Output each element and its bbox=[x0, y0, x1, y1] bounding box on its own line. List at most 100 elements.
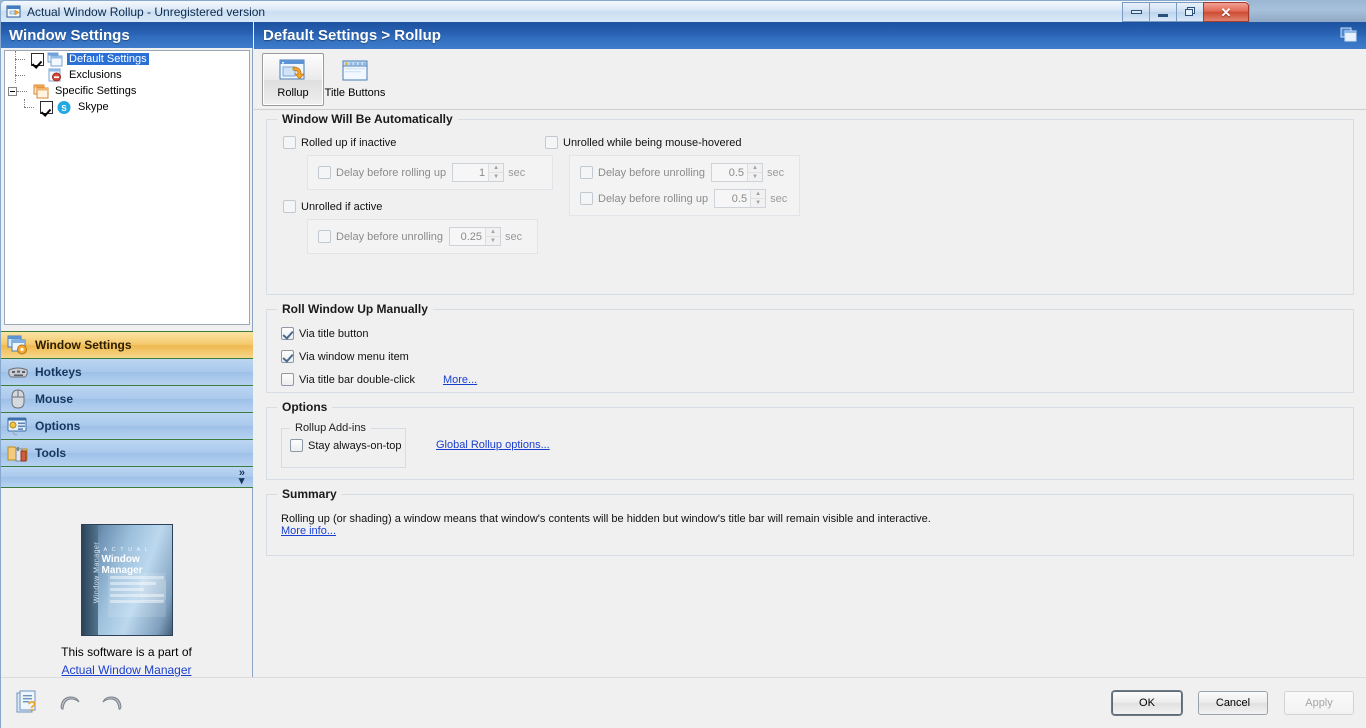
groupbox-manual-rollup: Roll Window Up Manually Via title button… bbox=[266, 309, 1354, 393]
redo-icon[interactable] bbox=[99, 690, 125, 716]
spinner-arrows[interactable]: ▲▼ bbox=[750, 190, 765, 207]
global-rollup-options-link[interactable]: Global Rollup options... bbox=[436, 439, 550, 451]
tree-item-skype[interactable]: S Skype bbox=[5, 99, 249, 115]
nav-expand-button[interactable]: »▾ bbox=[1, 466, 253, 488]
checkbox[interactable] bbox=[290, 439, 303, 452]
settings-tree[interactable]: Default Settings Exclusions bbox=[4, 50, 250, 325]
product-boxshot-image: Window Manager A C T U A L Window Manage… bbox=[81, 524, 173, 636]
checkbox[interactable] bbox=[580, 166, 593, 179]
option-via-title-bar-double-click[interactable]: Via title bar double-click More... bbox=[281, 373, 1343, 386]
groupbox-window-auto: Window Will Be Automatically Rolled up i… bbox=[266, 119, 1354, 295]
option-stay-always-on-top[interactable]: Stay always-on-top bbox=[290, 439, 397, 452]
title-buttons-icon bbox=[340, 57, 370, 85]
option-via-title-button[interactable]: Via title button bbox=[281, 327, 1343, 340]
spinner-up-icon[interactable]: ▲ bbox=[489, 164, 503, 173]
spinner-value: 0.5 bbox=[715, 190, 750, 207]
option-label: Via title button bbox=[299, 328, 369, 340]
undo-icon[interactable] bbox=[57, 690, 83, 716]
right-panel: Default Settings > Rollup bbox=[254, 22, 1366, 677]
option-label: Delay before rolling up bbox=[598, 193, 708, 205]
spinner-delay-unrolling[interactable]: 0.25 ▲▼ bbox=[449, 227, 501, 246]
tree-line bbox=[15, 51, 31, 67]
option-label: Delay before unrolling bbox=[336, 231, 443, 243]
groupbox-rollup-addins: Rollup Add-ins Stay always-on-top bbox=[281, 428, 406, 468]
spinner-value: 0.25 bbox=[450, 228, 485, 245]
spinner-arrows[interactable]: ▲▼ bbox=[488, 164, 503, 181]
tree-checkbox[interactable] bbox=[31, 53, 44, 66]
checkbox[interactable] bbox=[283, 200, 296, 213]
svg-text:?: ? bbox=[27, 698, 36, 715]
spinner-arrows[interactable]: ▲▼ bbox=[485, 228, 500, 245]
more-link[interactable]: More... bbox=[443, 374, 477, 386]
app-icon bbox=[6, 4, 22, 20]
tree-item-specific-settings[interactable]: Specific Settings bbox=[5, 83, 249, 99]
spinner-arrows[interactable]: ▲▼ bbox=[747, 164, 762, 181]
spinner-up-icon[interactable]: ▲ bbox=[486, 228, 500, 237]
nav-item-window-settings[interactable]: Window Settings bbox=[1, 331, 253, 359]
option-hover-delay-before-rolling-up[interactable]: Delay before rolling up 0.5 ▲▼ sec bbox=[580, 189, 789, 208]
spinner-down-icon[interactable]: ▼ bbox=[748, 173, 762, 181]
window-controls: ✕ bbox=[1122, 1, 1249, 23]
title-bar[interactable]: Actual Window Rollup - Unregistered vers… bbox=[0, 0, 1250, 22]
nav-item-hotkeys[interactable]: Hotkeys bbox=[1, 358, 253, 386]
boxshot-spine-text: Window Manager bbox=[93, 528, 100, 618]
checkbox[interactable] bbox=[318, 166, 331, 179]
groupbox-title: Roll Window Up Manually bbox=[277, 302, 433, 316]
checkbox[interactable] bbox=[281, 327, 294, 340]
nav-item-label: Tools bbox=[35, 446, 66, 460]
tree-item-label: Default Settings bbox=[67, 53, 149, 65]
spinner-hover-delay-rolling-up[interactable]: 0.5 ▲▼ bbox=[714, 189, 766, 208]
rollup-icon bbox=[278, 57, 308, 85]
options-row: Rollup Add-ins Stay always-on-top Global… bbox=[277, 428, 1343, 468]
minimize-icon bbox=[1158, 14, 1168, 17]
rollup-button[interactable] bbox=[1122, 2, 1150, 22]
minimize-button[interactable] bbox=[1149, 2, 1177, 22]
tree-item-exclusions[interactable]: Exclusions bbox=[5, 67, 249, 83]
option-via-window-menu-item[interactable]: Via window menu item bbox=[281, 350, 1343, 363]
restore-button[interactable] bbox=[1176, 2, 1204, 22]
checkbox[interactable] bbox=[545, 136, 558, 149]
option-unrolled-while-hovered[interactable]: Unrolled while being mouse-hovered bbox=[545, 136, 1065, 149]
cancel-button[interactable]: Cancel bbox=[1198, 691, 1268, 715]
option-hover-delay-before-unrolling[interactable]: Delay before unrolling 0.5 ▲▼ sec bbox=[580, 163, 789, 182]
tree-checkbox[interactable] bbox=[40, 101, 53, 114]
nav-item-options[interactable]: Options bbox=[1, 412, 253, 440]
tree-item-label: Specific Settings bbox=[53, 85, 138, 97]
tree-item-default-settings[interactable]: Default Settings bbox=[5, 51, 249, 67]
toolbar-tab-rollup[interactable]: Rollup bbox=[262, 53, 324, 106]
nav-item-mouse[interactable]: Mouse bbox=[1, 385, 253, 413]
spinner-up-icon[interactable]: ▲ bbox=[751, 190, 765, 199]
spinner-down-icon[interactable]: ▼ bbox=[486, 237, 500, 245]
checkbox[interactable] bbox=[281, 373, 294, 386]
tree-item-label: Skype bbox=[76, 101, 111, 113]
spinner-hover-delay-unrolling[interactable]: 0.5 ▲▼ bbox=[711, 163, 763, 182]
windows-cascade-icon[interactable] bbox=[1340, 27, 1358, 43]
spinner-down-icon[interactable]: ▼ bbox=[751, 199, 765, 207]
spinner-down-icon[interactable]: ▼ bbox=[489, 173, 503, 181]
nav-item-tools[interactable]: Tools bbox=[1, 439, 253, 467]
checkbox[interactable] bbox=[580, 192, 593, 205]
checkbox[interactable] bbox=[281, 350, 294, 363]
checkbox[interactable] bbox=[318, 230, 331, 243]
subpanel-delay-unrolling-active: Delay before unrolling 0.25 ▲▼ sec bbox=[307, 219, 538, 254]
bottom-toolbar: ? bbox=[1, 690, 125, 716]
keyboard-icon bbox=[7, 362, 29, 382]
spinner-value: 0.5 bbox=[712, 164, 747, 181]
option-delay-before-unrolling[interactable]: Delay before unrolling 0.25 ▲▼ sec bbox=[318, 227, 527, 246]
nav-item-label: Mouse bbox=[35, 392, 73, 406]
unit-label: sec bbox=[770, 193, 787, 205]
tree-expander-icon[interactable] bbox=[8, 87, 17, 96]
option-label: Delay before rolling up bbox=[336, 167, 446, 179]
spinner-delay-rolling-up[interactable]: 1 ▲▼ bbox=[452, 163, 504, 182]
help-icon[interactable]: ? bbox=[15, 690, 41, 716]
option-delay-before-rolling-up[interactable]: Delay before rolling up 1 ▲▼ sec bbox=[318, 163, 542, 182]
tools-icon bbox=[7, 443, 29, 463]
ok-button[interactable]: OK bbox=[1112, 691, 1182, 715]
more-info-link[interactable]: More info... bbox=[281, 525, 336, 537]
spinner-up-icon[interactable]: ▲ bbox=[748, 164, 762, 173]
close-button[interactable]: ✕ bbox=[1203, 2, 1249, 22]
toolbar-tab-title-buttons[interactable]: Title Buttons bbox=[324, 53, 386, 106]
skype-icon: S bbox=[56, 100, 72, 115]
promo-link[interactable]: Actual Window Manager bbox=[61, 663, 191, 677]
checkbox[interactable] bbox=[283, 136, 296, 149]
